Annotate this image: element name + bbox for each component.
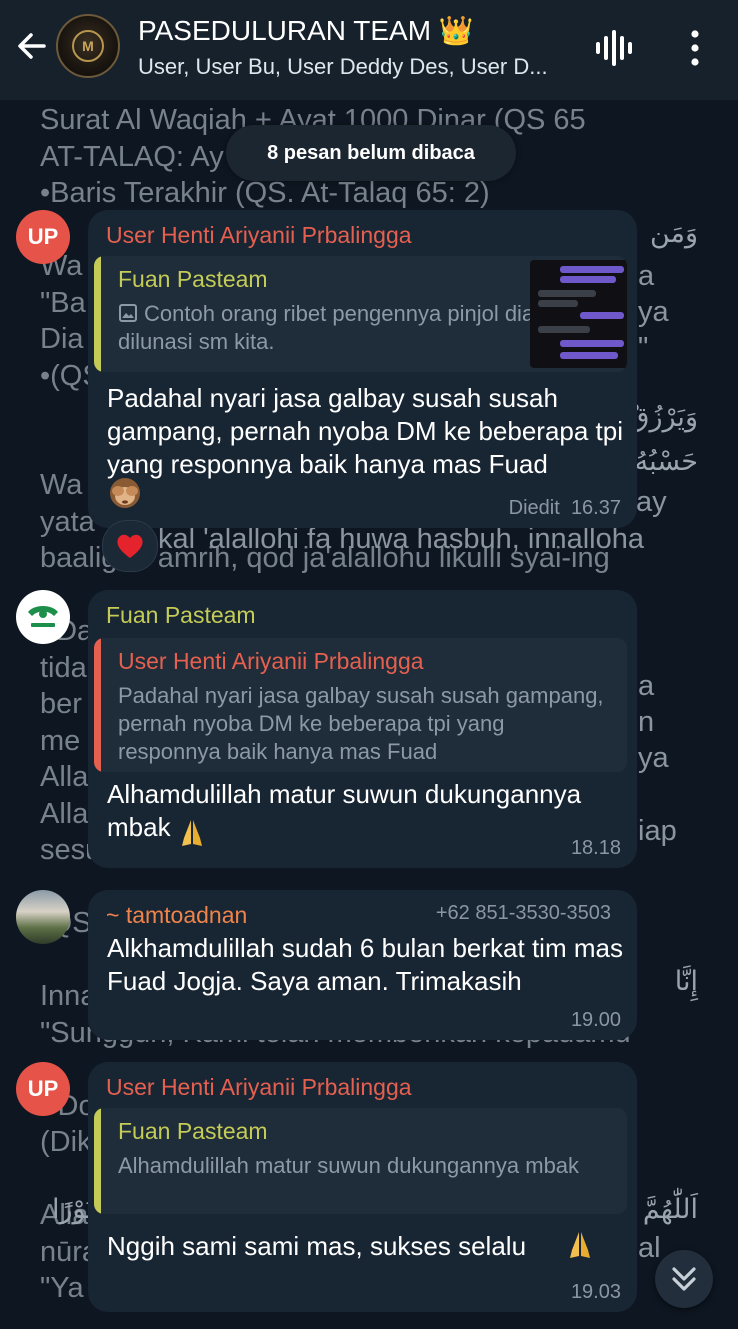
arabic-text: وَيَرْزُقْ [628,402,698,432]
reaction-badge[interactable] [102,520,158,572]
heart-icon [117,534,143,558]
message-bubble[interactable]: ~ tamtoadnan +62 851-3530-3503 Alkhamdul… [88,890,637,1040]
praying-hands-emoji-icon [182,820,202,846]
background-fragment: " [638,332,649,364]
message-time: 16.37 [570,497,621,519]
background-fragment: a [638,260,655,292]
message-bubble[interactable]: Fuan Pasteam User Henti Ariyanii Prbalin… [88,590,637,868]
unread-messages-pill[interactable]: 8 pesan belum dibaca [226,125,516,181]
pasteam-logo-icon [17,591,69,643]
reply-text-content: Contoh orang ribet pengennya pinjol dia … [118,301,535,354]
reply-preview[interactable]: Fuan Pasteam Contoh orang ribet pengenny… [94,256,627,372]
background-fragment: ay [636,486,667,518]
sender-name[interactable]: User Henti Ariyanii Prbalingga [106,222,412,249]
arabic-text: إِنَّا [674,966,698,996]
reply-text-content: Padahal nyari jasa galbay susah susah ga… [118,683,604,764]
group-avatar[interactable]: M [56,14,120,78]
background-fragment: a [638,670,655,702]
message-bubble[interactable]: User Henti Ariyanii Prbalingga Fuan Past… [88,210,637,528]
message-meta: Diedit 16.37 [509,497,621,520]
background-fragment: iap [638,815,677,847]
arabic-text: وَمَن [649,218,698,248]
reply-bar [94,1108,101,1214]
reply-text-content: Alhamdulillah matur suwun dukungannya mb… [118,1153,580,1178]
see-no-evil-monkey-emoji-icon [110,478,140,508]
reply-text: Padahal nyari jasa galbay susah susah ga… [118,682,608,766]
avatar[interactable] [16,890,70,944]
reply-sender: Fuan Pasteam [118,266,268,292]
message-time: 19.03 [570,1281,621,1303]
message-text-content: Padahal nyari jasa galbay susah susah ga… [107,383,624,479]
group-avatar-logo: M [72,30,104,62]
background-fragment: ya [638,296,669,328]
more-vertical-icon[interactable] [682,28,708,68]
voice-chat-icon[interactable] [594,30,634,66]
chat-title[interactable]: PASEDULURAN TEAM 👑 [138,14,474,47]
reply-preview[interactable]: User Henti Ariyanii Prbalingga Padahal n… [94,638,627,772]
background-fragment: ya [638,742,669,774]
chat-members[interactable]: User, User Bu, User Deddy Des, User D... [138,54,548,80]
avatar[interactable] [16,590,70,644]
sender-name[interactable]: Fuan Pasteam [106,602,256,629]
back-arrow-icon[interactable] [14,28,50,64]
arabic-text: اَللّٰهُمَّ [642,1194,698,1224]
message-text-content: Nggih sami sami mas, sukses selalu [107,1231,527,1261]
message-text: Padahal nyari jasa galbay susah susah ga… [107,382,627,481]
sender-name[interactable]: ~ tamtoadnan [106,902,247,929]
praying-hands-emoji-icon [570,1232,590,1258]
chevrons-down-icon [672,1267,696,1291]
reply-sender: Fuan Pasteam [118,1118,268,1144]
reply-bar [94,256,101,372]
reply-text: Contoh orang ribet pengennya pinjol dia … [118,300,538,356]
arabic-text: حَسْبُهُ [634,446,698,476]
sender-phone[interactable]: +62 851-3530-3503 [436,902,611,925]
background-fragment: n [638,706,655,738]
message-time: 19.00 [570,1009,621,1031]
reply-image-thumbnail[interactable] [530,260,627,368]
edited-label: Diedit [508,497,560,519]
message-text: Alkhamdulillah sudah 6 bulan berkat tim … [107,933,623,996]
avatar[interactable]: UP [16,1062,70,1116]
message-bubble[interactable]: User Henti Ariyanii Prbalingga Fuan Past… [88,1062,637,1312]
chat-area: Surat Al Waqiah + Ayat 1000 Dinar (QS 65… [0,100,738,1329]
message-text: Nggih sami sami mas, sukses selalu [107,1230,627,1263]
reply-preview[interactable]: Fuan Pasteam Alhamdulillah matur suwun d… [94,1108,627,1214]
chat-header: M PASEDULURAN TEAM 👑 User, User Bu, User… [0,0,738,100]
sender-name[interactable]: User Henti Ariyanii Prbalingga [106,1074,412,1101]
reply-bar [94,638,101,772]
reply-sender: User Henti Ariyanii Prbalingga [118,648,424,674]
image-icon [119,304,137,322]
avatar[interactable]: UP [16,210,70,264]
reply-text: Alhamdulillah matur suwun dukungannya mb… [118,1152,608,1180]
message-time: 18.18 [570,837,621,859]
scroll-to-bottom-button[interactable] [655,1250,713,1308]
